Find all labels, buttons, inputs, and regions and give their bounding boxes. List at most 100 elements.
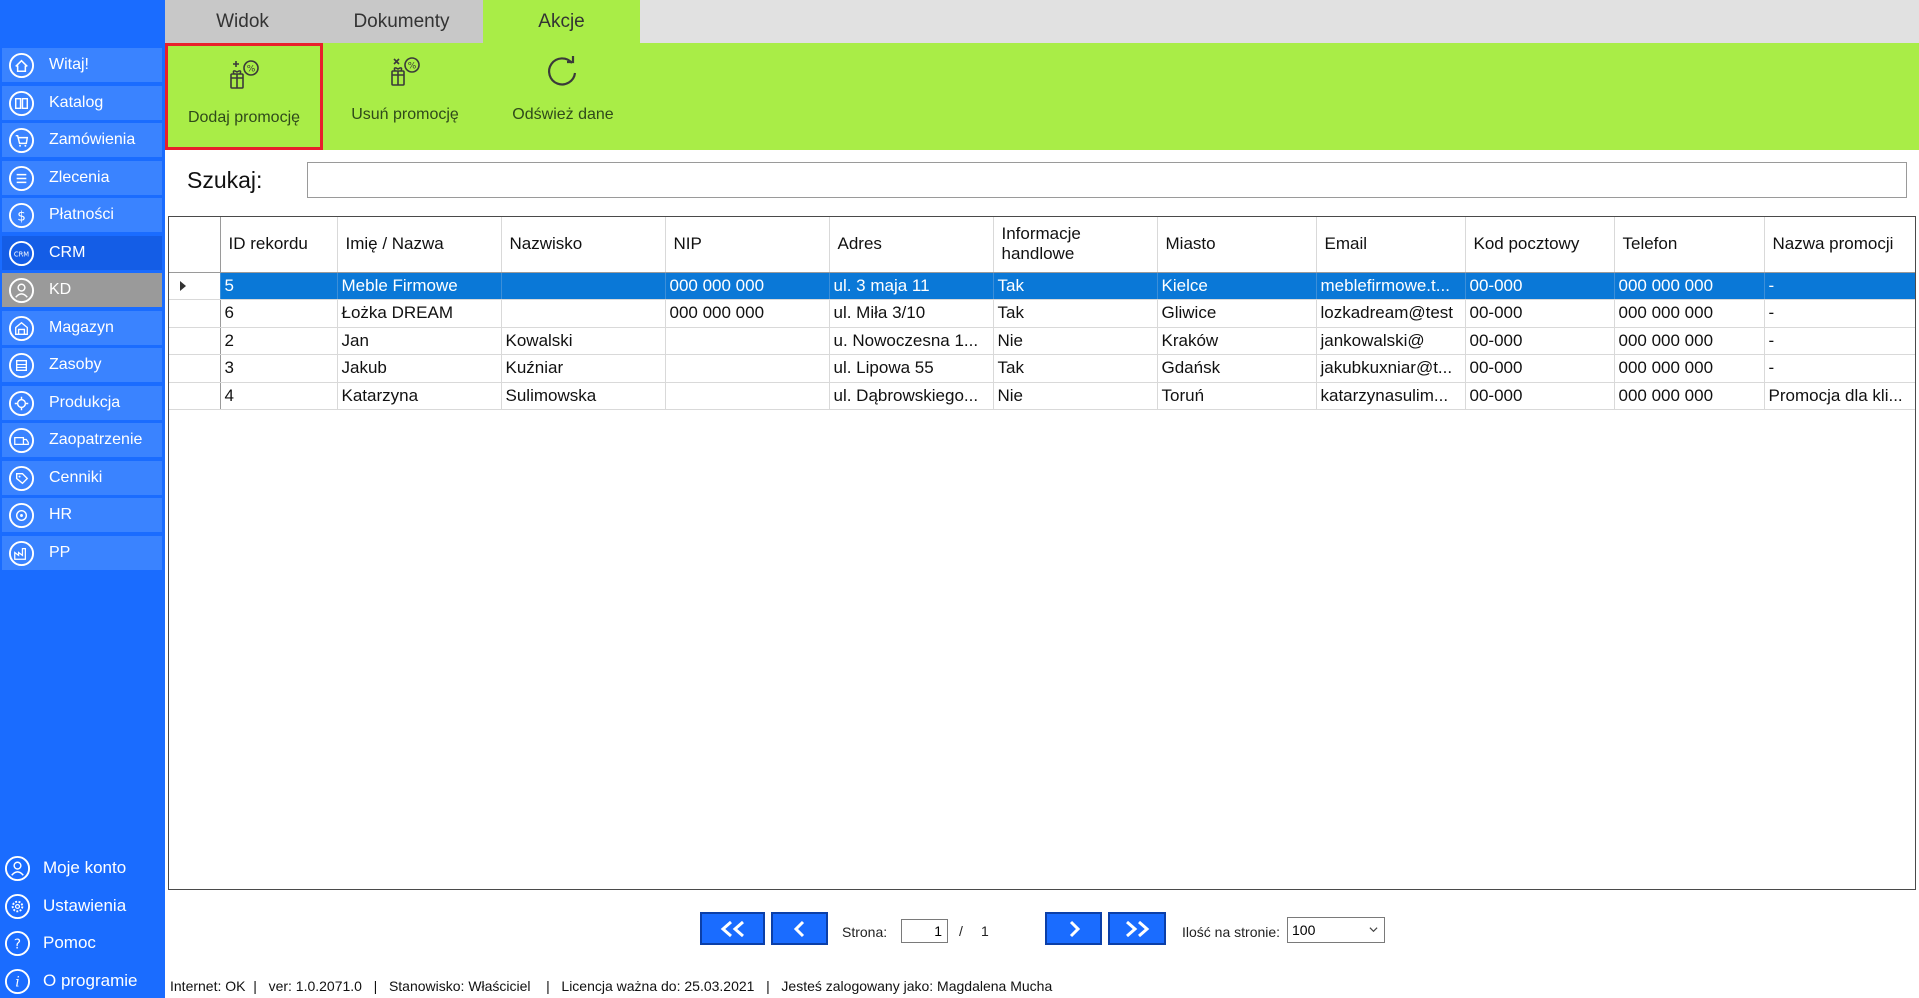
sidebar-item-pomoc[interactable]: ? Pomoc	[0, 926, 165, 960]
tab-widok[interactable]: Widok	[165, 0, 320, 43]
search-input[interactable]	[307, 162, 1907, 198]
column-header-phone[interactable]: Telefon	[1614, 217, 1765, 273]
cell-nip[interactable]: 000 000 000	[665, 299, 830, 328]
cell-surname[interactable]: Sulimowska	[501, 382, 666, 410]
sidebar-item-magazyn[interactable]: Magazyn	[2, 311, 162, 345]
sidebar-item-zlecenia[interactable]: Zlecenia	[2, 161, 162, 195]
row-header[interactable]	[169, 382, 221, 410]
cell-name[interactable]: Katarzyna	[337, 382, 502, 410]
cell-id[interactable]: 4	[220, 382, 338, 410]
table-row[interactable]: 2 Jan Kowalski u. Nowoczesna 1... Nie Kraków j…	[169, 327, 1915, 355]
cell-trade-info[interactable]: Tak	[993, 354, 1158, 383]
sidebar-item-moje-konto[interactable]: Moje konto	[0, 851, 165, 885]
cell-email[interactable]: jankowalski@	[1316, 327, 1466, 355]
cell-address[interactable]: u. Nowoczesna 1...	[829, 327, 994, 355]
cell-trade-info[interactable]: Tak	[993, 272, 1158, 300]
table-row[interactable]: 3 Jakub Kuźniar ul. Lipowa 55 Tak Gdańsk jakub…	[169, 354, 1915, 383]
sidebar-item-cenniki[interactable]: Cenniki	[2, 461, 162, 495]
cell-nip[interactable]	[665, 354, 830, 383]
cell-postal-code[interactable]: 00-000	[1465, 299, 1615, 328]
cell-city[interactable]: Gliwice	[1157, 299, 1317, 328]
row-header[interactable]	[169, 354, 221, 383]
cell-surname[interactable]	[501, 299, 666, 328]
sidebar-item-witaj[interactable]: Witaj!	[2, 48, 162, 82]
sidebar-item-katalog[interactable]: Katalog	[2, 86, 162, 120]
cell-phone[interactable]: 000 000 000	[1614, 354, 1765, 383]
column-header-email[interactable]: Email	[1316, 217, 1466, 273]
cell-nip[interactable]: 000 000 000	[665, 272, 830, 300]
cell-promotion[interactable]: -	[1764, 299, 1915, 328]
sidebar-item-platnosci[interactable]: $ Płatności	[2, 198, 162, 232]
cell-city[interactable]: Gdańsk	[1157, 354, 1317, 383]
column-header-id[interactable]: ID rekordu	[220, 217, 338, 273]
page-number-input[interactable]	[901, 919, 948, 943]
cell-trade-info[interactable]: Tak	[993, 299, 1158, 328]
refresh-data-button[interactable]: Odśwież dane	[493, 43, 633, 150]
last-page-button[interactable]	[1108, 912, 1166, 945]
sidebar-item-produkcja[interactable]: Produkcja	[2, 386, 162, 420]
column-header-name[interactable]: Imię / Nazwa	[337, 217, 502, 273]
cell-city[interactable]: Toruń	[1157, 382, 1317, 410]
row-header[interactable]	[169, 272, 221, 300]
cell-surname[interactable]: Kowalski	[501, 327, 666, 355]
cell-city[interactable]: Kielce	[1157, 272, 1317, 300]
cell-surname[interactable]	[501, 272, 666, 300]
column-header-nip[interactable]: NIP	[665, 217, 830, 273]
sidebar-item-pp[interactable]: PP	[2, 536, 162, 570]
cell-email[interactable]: meblefirmowe.t...	[1316, 272, 1466, 300]
sidebar-item-zasoby[interactable]: Zasoby	[2, 348, 162, 382]
previous-page-button[interactable]	[771, 912, 828, 945]
cell-email[interactable]: lozkadream@test	[1316, 299, 1466, 328]
cell-id[interactable]: 6	[220, 299, 338, 328]
cell-name[interactable]: Jan	[337, 327, 502, 355]
cell-promotion[interactable]: -	[1764, 354, 1915, 383]
column-header-surname[interactable]: Nazwisko	[501, 217, 666, 273]
table-row[interactable]: 5 Meble Firmowe 000 000 000 ul. 3 maja 11 Ta…	[169, 272, 1915, 300]
per-page-select[interactable]: 100	[1287, 917, 1385, 943]
cell-city[interactable]: Kraków	[1157, 327, 1317, 355]
column-header-city[interactable]: Miasto	[1157, 217, 1317, 273]
cell-trade-info[interactable]: Nie	[993, 327, 1158, 355]
column-header-address[interactable]: Adres	[829, 217, 994, 273]
cell-postal-code[interactable]: 00-000	[1465, 354, 1615, 383]
table-row[interactable]: 4 Katarzyna Sulimowska ul. Dąbrowskiego... N…	[169, 382, 1915, 410]
column-header-postal-code[interactable]: Kod pocztowy	[1465, 217, 1615, 273]
row-header[interactable]	[169, 299, 221, 328]
column-header-trade-info[interactable]: Informacje handlowe	[993, 217, 1158, 273]
cell-surname[interactable]: Kuźniar	[501, 354, 666, 383]
cell-address[interactable]: ul. Lipowa 55	[829, 354, 994, 383]
tab-akcje[interactable]: Akcje	[483, 0, 640, 43]
sidebar-item-o-programie[interactable]: i O programie	[0, 964, 165, 998]
next-page-button[interactable]	[1045, 912, 1102, 945]
cell-postal-code[interactable]: 00-000	[1465, 272, 1615, 300]
sidebar-item-crm[interactable]: CRM CRM	[2, 236, 162, 270]
sidebar-item-ustawienia[interactable]: Ustawienia	[0, 889, 165, 923]
sidebar-item-zaopatrzenie[interactable]: Zaopatrzenie	[2, 423, 162, 457]
cell-nip[interactable]	[665, 327, 830, 355]
first-page-button[interactable]	[700, 912, 765, 945]
row-header[interactable]	[169, 327, 221, 355]
cell-name[interactable]: Jakub	[337, 354, 502, 383]
cell-name[interactable]: Meble Firmowe	[337, 272, 502, 300]
cell-email[interactable]: katarzynasulim...	[1316, 382, 1466, 410]
cell-address[interactable]: ul. Dąbrowskiego...	[829, 382, 994, 410]
cell-postal-code[interactable]: 00-000	[1465, 327, 1615, 355]
cell-phone[interactable]: 000 000 000	[1614, 272, 1765, 300]
cell-email[interactable]: jakubkuxniar@t...	[1316, 354, 1466, 383]
sidebar-item-kd[interactable]: KD	[2, 273, 162, 307]
column-header-promotion[interactable]: Nazwa promocji	[1764, 217, 1915, 273]
cell-phone[interactable]: 000 000 000	[1614, 327, 1765, 355]
cell-trade-info[interactable]: Nie	[993, 382, 1158, 410]
cell-promotion[interactable]: Promocja dla kli...	[1764, 382, 1915, 410]
cell-id[interactable]: 5	[220, 272, 338, 300]
sidebar-item-hr[interactable]: HR	[2, 498, 162, 532]
cell-postal-code[interactable]: 00-000	[1465, 382, 1615, 410]
cell-address[interactable]: ul. 3 maja 11	[829, 272, 994, 300]
cell-promotion[interactable]: -	[1764, 272, 1915, 300]
cell-promotion[interactable]: -	[1764, 327, 1915, 355]
cell-id[interactable]: 2	[220, 327, 338, 355]
cell-address[interactable]: ul. Miła 3/10	[829, 299, 994, 328]
cell-name[interactable]: Łożka DREAM	[337, 299, 502, 328]
add-promotion-button[interactable]: % Dodaj promocję	[165, 43, 323, 150]
cell-phone[interactable]: 000 000 000	[1614, 299, 1765, 328]
